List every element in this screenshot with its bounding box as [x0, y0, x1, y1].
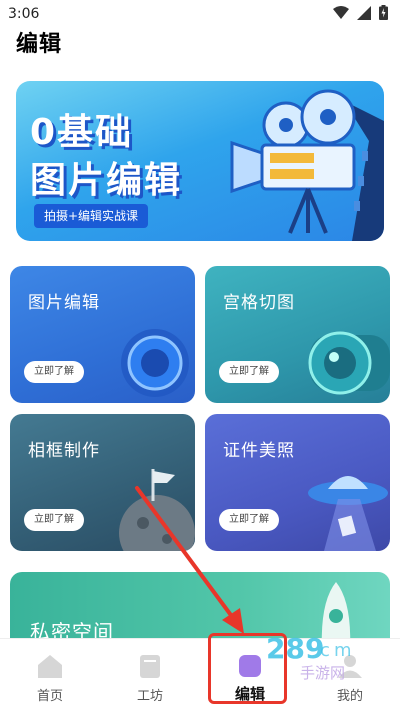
annotation-arrow: [135, 486, 244, 634]
annotation-highlight-box: [208, 633, 287, 704]
